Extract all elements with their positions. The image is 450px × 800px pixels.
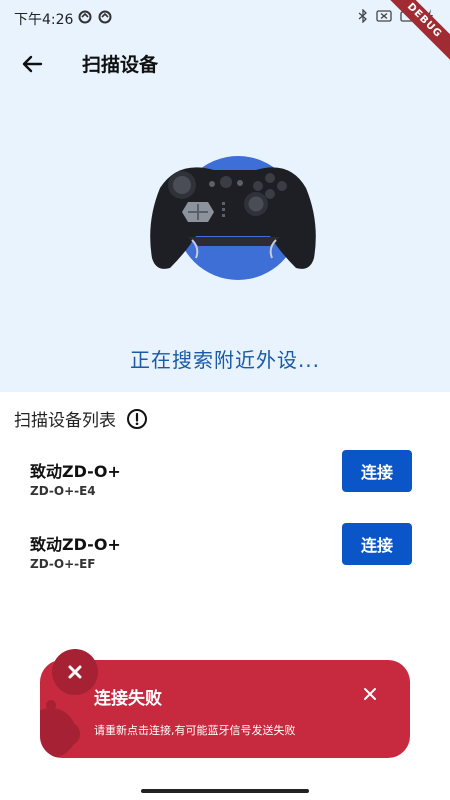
toast-title: 连接失败	[94, 689, 162, 709]
notification-app-icon	[98, 10, 112, 24]
error-badge	[52, 649, 98, 695]
status-bar: 下午4:26 DEBUG	[0, 0, 450, 70]
device-list-item: 致动ZD-O+ ZD-O+-E4 连接	[30, 450, 420, 502]
status-time: 下午4:26	[14, 12, 74, 28]
page-title: 扫描设备	[82, 54, 159, 76]
back-arrow-icon[interactable]	[16, 48, 48, 80]
connect-button[interactable]: 连接	[342, 450, 412, 492]
device-id: ZD-O+-E4	[30, 484, 96, 498]
toast-decoration	[56, 722, 80, 746]
error-x-icon	[68, 665, 82, 679]
scan-status-text: 正在搜索附近外设...	[129, 348, 321, 372]
gamepad-illustration	[150, 156, 316, 280]
device-list-header: 扫描设备列表	[14, 406, 148, 431]
bluetooth-icon	[358, 9, 367, 23]
close-icon[interactable]	[360, 684, 380, 704]
connect-button[interactable]: 连接	[342, 523, 412, 565]
device-list-item: 致动ZD-O+ ZD-O+-EF 连接	[30, 523, 420, 575]
home-indicator[interactable]	[141, 789, 309, 793]
app-bar: 扫描设备	[0, 36, 450, 92]
device-list-title: 扫描设备列表	[14, 411, 116, 431]
info-icon[interactable]	[126, 408, 148, 430]
toast-decoration	[46, 700, 56, 710]
device-name: 致动ZD-O+	[30, 462, 121, 481]
notification-app-icon	[78, 10, 92, 24]
device-id: ZD-O+-EF	[30, 557, 96, 571]
toast-message: 请重新点击连接,有可能蓝牙信号发送失败	[94, 724, 296, 737]
notification-icons	[78, 10, 112, 24]
no-sim-icon	[376, 10, 392, 22]
device-name: 致动ZD-O+	[30, 535, 121, 554]
